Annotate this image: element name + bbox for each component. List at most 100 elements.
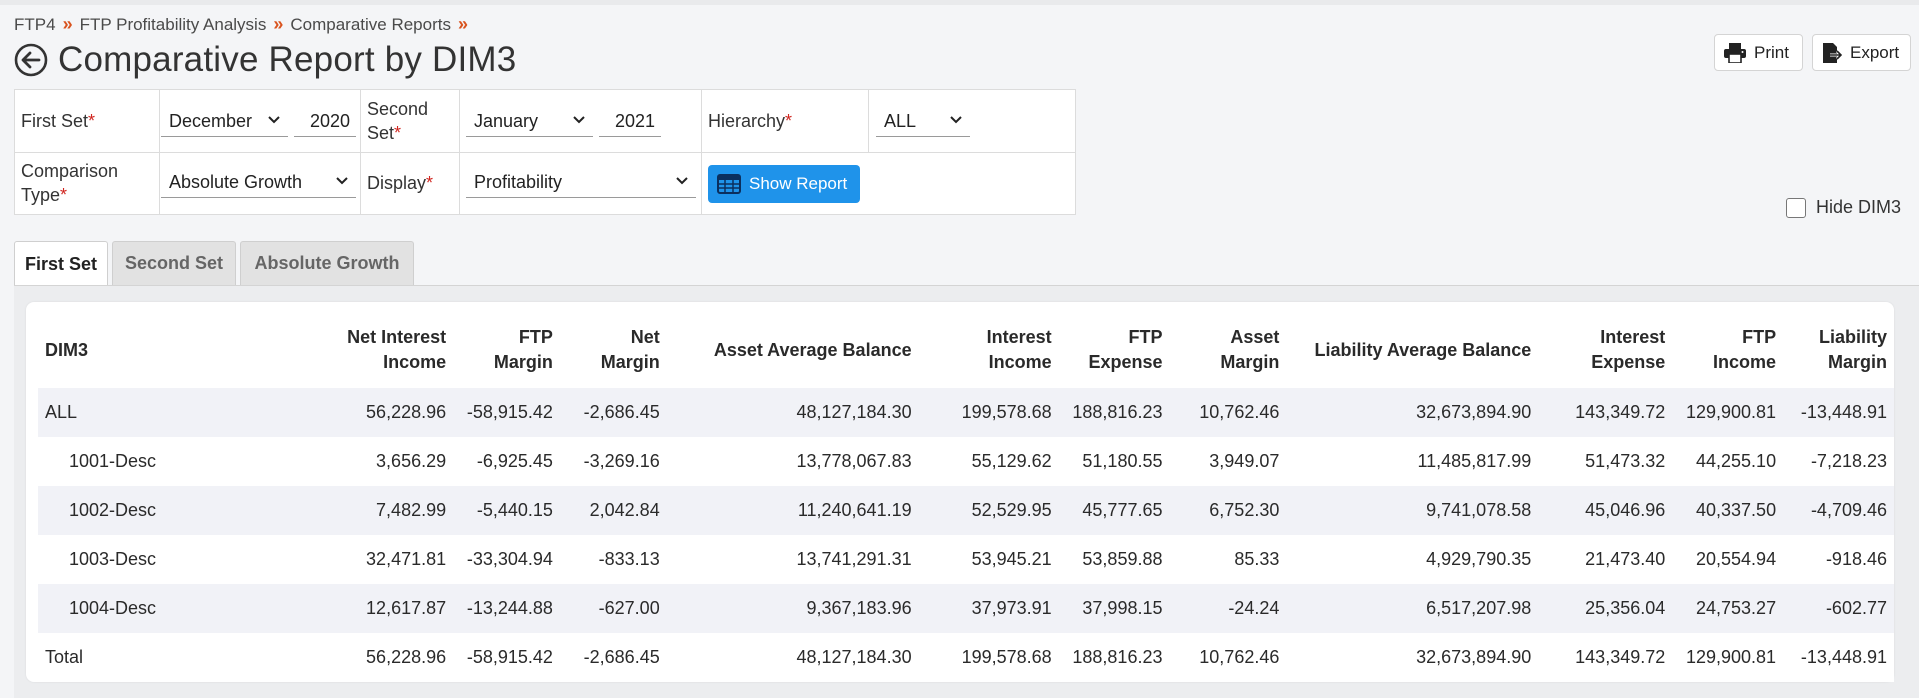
tab-first-set[interactable]: First Set: [14, 241, 108, 287]
show-report-button[interactable]: Show Report: [708, 165, 860, 203]
column-header[interactable]: FTP Margin: [453, 312, 560, 388]
value-cell: -2,686.45: [559, 633, 667, 682]
value-cell: 24,753.27: [1672, 584, 1784, 633]
column-header[interactable]: Interest Income: [919, 312, 1059, 388]
first-set-year-input[interactable]: 2020: [294, 107, 356, 137]
value-cell: 13,778,067.83: [666, 437, 919, 486]
show-report-label: Show Report: [749, 174, 848, 193]
column-header[interactable]: FTP Income: [1672, 312, 1783, 388]
column-header-text: Expense: [1088, 352, 1163, 372]
value-cell: 6,752.30: [1169, 486, 1287, 535]
second-set-month-select[interactable]: January: [466, 107, 593, 137]
column-header-text: Asset Average Balance: [713, 339, 912, 360]
value-cell: -33,304.94: [453, 535, 560, 584]
filter-row-1: First Set* December 2020 Second Set* Janu…: [15, 90, 1075, 153]
row-label-cell: 1003-Desc: [38, 535, 321, 584]
value-cell: 51,473.32: [1538, 437, 1673, 486]
column-header[interactable]: Net Margin: [560, 312, 667, 388]
column-header[interactable]: Asset Margin: [1169, 312, 1286, 388]
second-set-year-input[interactable]: 2021: [599, 107, 661, 137]
back-arrow-icon[interactable]: [14, 43, 48, 77]
value-cell: 25,356.04: [1538, 584, 1673, 633]
chevron-down-icon: [950, 116, 962, 124]
value-cell: 143,349.72: [1538, 633, 1673, 682]
table-row[interactable]: 1002-Desc 7,482.99 -5,440.15 2,042.84 11,240…: [38, 486, 1894, 535]
hide-dim3-toggle[interactable]: Hide DIM3: [1786, 197, 1901, 218]
column-header-text: FTP: [1128, 327, 1163, 347]
column-header[interactable]: Liability Average Balance: [1286, 312, 1538, 388]
hide-dim3-checkbox[interactable]: [1786, 197, 1806, 218]
value-cell: -13,244.88: [453, 584, 560, 633]
hierarchy-select[interactable]: ALL: [876, 107, 970, 137]
export-file-icon: [1823, 42, 1842, 63]
breadcrumb-item-ftp4[interactable]: FTP4: [14, 15, 56, 35]
row-label-cell: 1004-Desc: [38, 584, 321, 633]
column-header-text: Net: [630, 327, 660, 347]
table-row[interactable]: 1001-Desc 3,656.29 -6,925.45 -3,269.16 13,77…: [38, 437, 1894, 486]
chevron-down-icon: [676, 177, 688, 185]
value-cell: -13,448.91: [1783, 633, 1894, 682]
print-button[interactable]: Print: [1714, 34, 1803, 71]
table-row[interactable]: Total 56,228.96 -58,915.42 -2,686.45 48,127,…: [38, 633, 1894, 682]
value-cell: 52,529.95: [918, 486, 1059, 535]
chevron-down-icon: [573, 116, 585, 124]
value-cell: -2,686.45: [559, 388, 667, 437]
column-header[interactable]: Liability Margin: [1783, 312, 1894, 388]
column-header[interactable]: Interest Expense: [1538, 312, 1672, 388]
value-cell: 44,255.10: [1672, 437, 1784, 486]
value-cell: -918.46: [1783, 535, 1894, 584]
value-cell: -24.24: [1169, 584, 1287, 633]
display-select[interactable]: Profitability: [466, 168, 696, 198]
tab-bar: First Set Second Set Absolute Growth: [14, 241, 418, 287]
tab-absolute-growth[interactable]: Absolute Growth: [240, 241, 414, 285]
value-cell: -58,915.42: [453, 388, 560, 437]
breadcrumb-item-ftp-profitability[interactable]: FTP Profitability Analysis: [80, 15, 267, 35]
export-button[interactable]: Export: [1812, 34, 1911, 71]
column-header[interactable]: Asset Average Balance: [667, 312, 919, 388]
value-cell: 45,046.96: [1538, 486, 1673, 535]
value-cell: 3,656.29: [320, 437, 454, 486]
value-cell: 6,517,207.98: [1286, 584, 1539, 633]
value-cell: 9,367,183.96: [666, 584, 919, 633]
value-cell: 37,973.91: [918, 584, 1059, 633]
breadcrumb-separator-icon: »: [457, 14, 468, 34]
column-header[interactable]: Net Interest Income: [320, 312, 453, 388]
table-row[interactable]: 1003-Desc 32,471.81 -33,304.94 -833.13 13,74…: [38, 535, 1894, 584]
column-header-text: Expense: [1591, 352, 1666, 372]
comparison-type-label-cell: Comparison Type*: [15, 152, 160, 214]
breadcrumb: FTP4 » FTP Profitability Analysis » Comp…: [14, 14, 475, 35]
first-set-label-cell: First Set*: [15, 90, 160, 152]
value-cell: 129,900.81: [1672, 388, 1784, 437]
value-cell: 32,673,894.90: [1286, 388, 1539, 437]
column-header-text: Margin: [600, 352, 660, 372]
value-cell: 188,816.23: [1058, 388, 1170, 437]
comparison-type-select[interactable]: Absolute Growth: [161, 168, 356, 198]
value-cell: 188,816.23: [1058, 633, 1170, 682]
row-label-cell: Total: [38, 633, 321, 682]
value-cell: 56,228.96: [320, 633, 454, 682]
table-header-row: DIM3 Net Interest Income FTP Margin Net Margin…: [38, 312, 1894, 388]
column-header[interactable]: FTP Expense: [1059, 312, 1170, 388]
value-cell: -3,269.16: [559, 437, 667, 486]
row-label-cell: ALL: [38, 388, 321, 437]
divider: [701, 152, 702, 214]
table-row[interactable]: 1004-Desc 12,617.87 -13,244.88 -627.00 9,367…: [38, 584, 1894, 633]
page-title: Comparative Report by DIM3: [58, 40, 517, 79]
first-set-month-select[interactable]: December: [161, 107, 288, 137]
column-header[interactable]: DIM3: [38, 312, 320, 388]
column-header-text: Liability: [1818, 327, 1887, 347]
hierarchy-label-cell: Hierarchy*: [701, 90, 869, 152]
tab-second-set[interactable]: Second Set: [112, 241, 236, 285]
value-cell: 9,741,078.58: [1286, 486, 1539, 535]
value-cell: 48,127,184.30: [666, 633, 919, 682]
value-cell: -7,218.23: [1783, 437, 1894, 486]
value-cell: -6,925.45: [453, 437, 560, 486]
title-row: Comparative Report by DIM3: [14, 40, 516, 80]
column-header-text: Income: [988, 352, 1052, 372]
value-cell: 53,859.88: [1058, 535, 1170, 584]
value-cell: 32,673,894.90: [1286, 633, 1539, 682]
value-cell: 143,349.72: [1538, 388, 1673, 437]
breadcrumb-item-comparative-reports[interactable]: Comparative Reports: [290, 15, 451, 35]
value-cell: 2,042.84: [559, 486, 667, 535]
table-row[interactable]: ALL 56,228.96 -58,915.42 -2,686.45 48,127,18…: [38, 388, 1894, 437]
